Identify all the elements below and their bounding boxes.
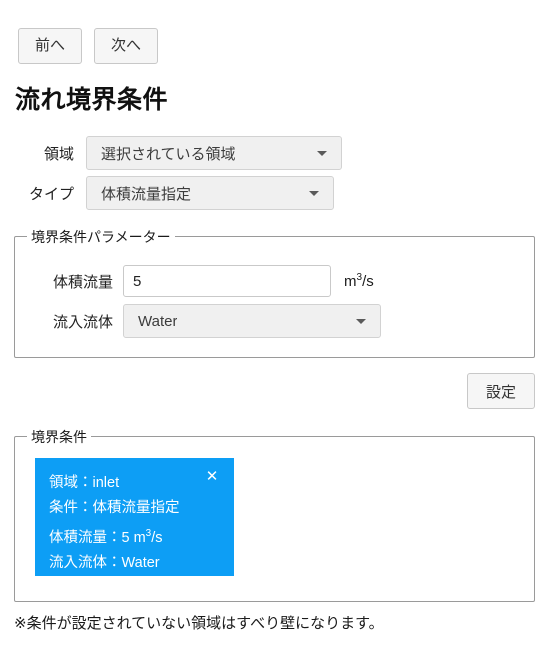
fluid-dropdown[interactable]: Water (123, 304, 381, 338)
region-row: 領域 選択されている領域 (0, 136, 550, 170)
type-label: タイプ (28, 185, 74, 203)
parameter-rows: 体積流量 m3/s 流入流体 Water (15, 265, 534, 345)
card-condition-line: 条件：体積流量指定 (49, 500, 180, 516)
chevron-down-icon (356, 319, 366, 324)
region-label: 領域 (43, 145, 74, 163)
flowrate-input[interactable] (123, 265, 331, 297)
navigation-bar: 前へ 次へ (18, 28, 158, 64)
type-row: タイプ 体積流量指定 (0, 176, 550, 210)
close-icon[interactable]: ✕ (204, 469, 220, 485)
unit-suffix: /s (362, 273, 374, 290)
fluid-label: 流入流体 (52, 313, 113, 331)
card-flowrate-suffix: /s (151, 529, 163, 546)
card-flowrate-prefix: 体積流量：5 m (49, 529, 146, 546)
footer-note: ※条件が設定されていない領域はすべり壁になります。 (14, 615, 384, 632)
fluid-row: 流入流体 Water (15, 304, 534, 338)
card-flowrate-line: 体積流量：5 m3/s (49, 521, 220, 551)
card-fluid-line: 流入流体：Water (49, 554, 160, 571)
type-dropdown[interactable]: 体積流量指定 (86, 176, 334, 210)
fluid-dropdown-value: Water (138, 312, 178, 330)
boundary-condition-card[interactable]: 領域：inlet 条件：体積流量指定 体積流量：5 m3/s 流入流体：Wate… (35, 458, 234, 576)
chevron-down-icon (309, 191, 319, 196)
page-title: 流れ境界条件 (15, 86, 169, 114)
boundary-conditions-legend: 境界条件 (27, 427, 91, 447)
boundary-parameters-legend: 境界条件パラメーター (27, 227, 175, 247)
region-dropdown[interactable]: 選択されている領域 (86, 136, 342, 170)
boundary-parameters-fieldset: 境界条件パラメーター 体積流量 m3/s 流入流体 Water (14, 227, 535, 358)
unit-prefix: m (344, 273, 357, 290)
next-button[interactable]: 次へ (94, 28, 158, 64)
flowrate-row: 体積流量 m3/s (15, 265, 534, 297)
flowrate-unit: m3/s (344, 272, 374, 290)
set-button[interactable]: 設定 (467, 373, 535, 409)
type-dropdown-value: 体積流量指定 (101, 185, 192, 203)
previous-button[interactable]: 前へ (18, 28, 82, 64)
card-region-line: 領域：inlet (49, 475, 120, 491)
flowrate-label: 体積流量 (52, 273, 113, 291)
selector-section: 領域 選択されている領域 タイプ 体積流量指定 (0, 136, 550, 216)
region-dropdown-value: 選択されている領域 (101, 145, 236, 163)
chevron-down-icon (317, 151, 327, 156)
